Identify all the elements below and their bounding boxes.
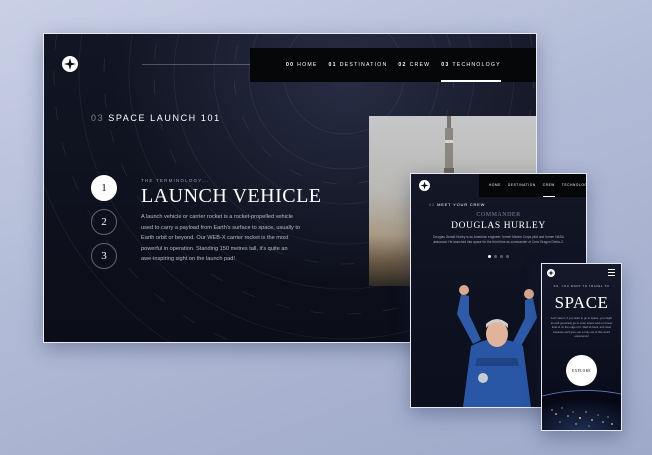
explore-button[interactable]: EXPLORE bbox=[566, 355, 597, 386]
step-button-3[interactable]: 3 bbox=[91, 243, 117, 269]
nav-item-crew[interactable]: 02 CREW bbox=[398, 48, 430, 82]
astronaut-image bbox=[457, 285, 537, 407]
technology-title: LAUNCH VEHICLE bbox=[141, 185, 322, 207]
home-description: Let's face it; if you want to go to spac… bbox=[550, 316, 613, 339]
nav-item-destination[interactable]: 01 DESTINATION bbox=[329, 48, 388, 82]
main-nav: 00 HOME 01 DESTINATION 02 CREW 03 TECHNOLOGY bbox=[250, 48, 536, 82]
star-logo-icon[interactable] bbox=[547, 269, 555, 277]
terminology-label: THE TERMINOLOGY... bbox=[141, 178, 210, 183]
crew-dot-1[interactable] bbox=[488, 255, 491, 258]
technology-description: A launch vehicle or carrier rocket is a … bbox=[141, 214, 301, 262]
star-logo-icon[interactable] bbox=[419, 180, 430, 191]
crew-dot-4[interactable] bbox=[506, 255, 509, 258]
star-logo-icon[interactable] bbox=[62, 56, 78, 72]
step-button-2[interactable]: 2 bbox=[91, 209, 117, 235]
home-title: SPACE bbox=[554, 293, 609, 312]
earth-at-night-image bbox=[542, 390, 621, 430]
crew-dot-2[interactable] bbox=[494, 255, 497, 258]
crew-bio: Douglas Gerald Hurley is an American eng… bbox=[433, 235, 564, 245]
mobile-screen: SO, YOU WANT TO TRAVEL TO SPACE Let's fa… bbox=[541, 263, 622, 431]
home-eyebrow: SO, YOU WANT TO TRAVEL TO bbox=[553, 284, 610, 288]
page-heading: 02 MEET YOUR CREW bbox=[429, 202, 486, 207]
step-button-1[interactable]: 1 bbox=[91, 175, 117, 201]
hamburger-menu-icon[interactable] bbox=[608, 269, 615, 276]
nav-item-technology[interactable]: 03 TECHNOLOGY bbox=[441, 48, 501, 82]
crew-role: COMMANDER bbox=[476, 212, 521, 218]
tablet-nav: HOME DESTINATION CREW TECHNOLOGY bbox=[479, 174, 586, 197]
crew-pagination bbox=[488, 255, 512, 258]
crew-name: DOUGLAS HURLEY bbox=[451, 221, 546, 231]
nav-item-crew[interactable]: CREW bbox=[542, 174, 556, 197]
nav-item-destination[interactable]: DESTINATION bbox=[508, 174, 536, 197]
nav-item-home[interactable]: HOME bbox=[489, 174, 501, 197]
nav-item-home[interactable]: 00 HOME bbox=[286, 48, 318, 82]
crew-dot-3[interactable] bbox=[500, 255, 503, 258]
nav-item-technology[interactable]: TECHNOLOGY bbox=[562, 174, 586, 197]
page-heading: 03 SPACE LAUNCH 101 bbox=[91, 113, 221, 123]
